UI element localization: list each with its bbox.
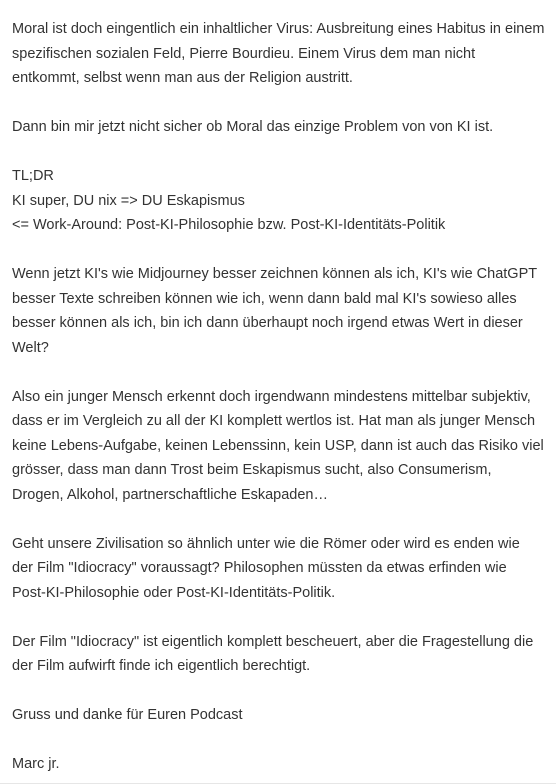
- text-line: besser Texte schreiben können wie ich, w…: [12, 290, 517, 307]
- paragraph-tldr: TL;DR KI super, DU nix => DU Eskapismus …: [12, 164, 550, 238]
- text-line: Welt?: [12, 339, 49, 356]
- text-line: KI super, DU nix => DU Eskapismus: [12, 192, 245, 209]
- text-line: Wenn jetzt KI's wie Midjourney besser ze…: [12, 266, 538, 282]
- signature: Marc jr.: [12, 752, 550, 777]
- paragraph-ki-abilities: Wenn jetzt KI's wie Midjourney besser ze…: [12, 262, 550, 360]
- text-line: grösser, dass man dann Trost beim Eskapi…: [12, 462, 492, 478]
- text-line: Geht unsere Zivilisation so ähnlich unte…: [12, 535, 520, 552]
- paragraph-greeting: Gruss und danke für Euren Podcast: [12, 703, 550, 728]
- comment-body: Moral ist doch eingentlich ein inhaltlic…: [0, 0, 556, 784]
- text-line: Der Film "Idiocracy" ist eigentlich komp…: [12, 633, 534, 650]
- text-line: keine Lebens-Aufgabe, keinen Lebenssinn,…: [12, 437, 544, 454]
- text-line: TL;DR: [12, 168, 54, 184]
- text-line: <= Work-Around: Post-KI-Philosophie bzw.…: [12, 217, 446, 233]
- text-line: besser können als ich, bin ich dann über…: [12, 315, 523, 331]
- text-line: der Film aufwirft finde ich eigentlich b…: [12, 658, 311, 674]
- text-line: Drogen, Alkohol, partnerschaftliche Eska…: [12, 486, 328, 503]
- text-line: Dann bin mir jetzt nicht sicher ob Moral…: [12, 119, 494, 135]
- text-line: Marc jr.: [12, 756, 60, 772]
- paragraph-idiocracy: Der Film "Idiocracy" ist eigentlich komp…: [12, 630, 550, 679]
- text-line: spezifischen sozialen Feld, Pierre Bourd…: [12, 45, 476, 62]
- paragraph-moral-problem: Dann bin mir jetzt nicht sicher ob Moral…: [12, 115, 550, 140]
- text-line: Gruss und danke für Euren Podcast: [12, 707, 243, 723]
- text-line: Moral ist doch eingentlich ein inhaltlic…: [12, 21, 545, 37]
- text-line: dass er im Vergleich zu all der KI kompl…: [12, 413, 536, 429]
- text-line: Post-KI-Philosophie oder Post-KI-Identit…: [12, 584, 336, 601]
- paragraph-civilisation: Geht unsere Zivilisation so ähnlich unte…: [12, 532, 550, 606]
- text-line: der Film "Idiocracy" voraussagt? Philoso…: [12, 560, 507, 576]
- paragraph-moral-virus: Moral ist doch eingentlich ein inhaltlic…: [12, 17, 550, 91]
- text-line: entkommt, selbst wenn man aus der Religi…: [12, 70, 353, 86]
- paragraph-young-person: Also ein junger Mensch erkennt doch irge…: [12, 385, 550, 508]
- text-line: Also ein junger Mensch erkennt doch irge…: [12, 388, 531, 405]
